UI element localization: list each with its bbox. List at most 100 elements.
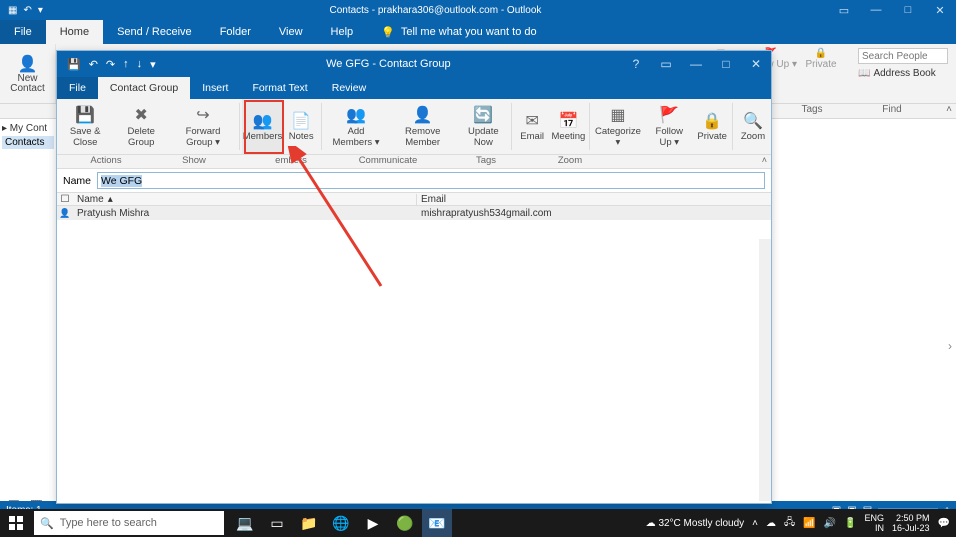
tray-notifications-icon[interactable]: 💬 xyxy=(938,518,950,529)
taskbar-search[interactable]: 🔍 Type here to search xyxy=(34,511,224,535)
sort-asc-icon: ▴ xyxy=(108,194,113,205)
inner-maximize-button[interactable]: □ xyxy=(711,51,741,77)
remove-member-button[interactable]: 👤Remove Member xyxy=(388,99,457,154)
tab-send-receive[interactable]: Send / Receive xyxy=(103,20,206,44)
collapse-ribbon-icon[interactable]: ˄ xyxy=(942,104,956,118)
search-icon: 🔍 xyxy=(40,517,54,530)
tags-group-label-inner: Tags xyxy=(427,155,545,168)
undo-icon[interactable]: ↶ xyxy=(89,58,98,71)
private-button-inner[interactable]: 🔒Private xyxy=(694,99,730,154)
zoom-group-label: Zoom xyxy=(545,155,595,168)
delete-group-button[interactable]: ✖Delete Group xyxy=(113,99,169,154)
taskbar-app-chrome[interactable]: 🟢 xyxy=(390,509,420,537)
tray-clock[interactable]: 2:50 PM16-Jul-23 xyxy=(892,513,930,533)
contacts-folder[interactable]: Contacts xyxy=(2,136,54,149)
inner-titlebar: 💾 ↶ ↷ ↑ ↓ ▾ We GFG - Contact Group ? ▭ —… xyxy=(57,51,771,77)
new-contact-button[interactable]: 👤 New Contact xyxy=(0,44,56,103)
tray-volume-icon[interactable]: 🔊 xyxy=(824,518,836,529)
checkbox-header[interactable]: ☐ xyxy=(57,194,73,205)
save-icon[interactable]: 💾 xyxy=(67,58,81,71)
forward-group-button[interactable]: ↪Forward Group ▾ xyxy=(169,99,237,154)
notes-icon: 📄 xyxy=(291,111,311,131)
save-close-button[interactable]: 💾Save & Close xyxy=(57,99,113,154)
email-column-header[interactable]: Email xyxy=(417,194,771,205)
inner-tab-contact-group[interactable]: Contact Group xyxy=(98,77,190,99)
folder-pane: ▸ My Cont Contacts xyxy=(0,119,56,537)
search-people-input[interactable] xyxy=(858,48,948,64)
update-icon: 🔄 xyxy=(473,106,493,126)
inner-minimize-button[interactable]: — xyxy=(681,51,711,77)
redo-icon[interactable]: ↷ xyxy=(106,58,115,71)
taskbar-app-media[interactable]: ▶ xyxy=(358,509,388,537)
tray-wifi-icon[interactable]: 📶 xyxy=(803,518,815,529)
start-button[interactable] xyxy=(0,509,32,537)
save-close-icon: 💾 xyxy=(75,106,95,126)
categorize-button-inner[interactable]: ▦Categorize ▾ xyxy=(591,99,644,154)
weather-widget[interactable]: ☁ 32°C Mostly cloudy xyxy=(646,518,744,529)
name-column-header[interactable]: Name ▴ xyxy=(73,194,417,205)
tray-network-icon[interactable]: 🖧 xyxy=(784,515,795,532)
private-button[interactable]: 🔒 Private xyxy=(801,48,841,70)
tab-folder[interactable]: Folder xyxy=(206,20,265,44)
close-button[interactable]: ✕ xyxy=(924,0,956,20)
tab-help[interactable]: Help xyxy=(317,20,368,44)
down-icon[interactable]: ↓ xyxy=(137,58,143,70)
ribbon-display-icon[interactable]: ▭ xyxy=(828,0,860,20)
zoom-button[interactable]: 🔍Zoom xyxy=(735,99,771,154)
follow-up-button-inner[interactable]: 🚩Follow Up ▾ xyxy=(644,99,694,154)
group-name-input[interactable]: We GFG xyxy=(97,172,765,189)
tray-onedrive-icon[interactable]: ☁ xyxy=(766,518,776,529)
group-name-value: We GFG xyxy=(101,175,142,187)
taskbar-app-outlook[interactable]: 📧 xyxy=(422,509,452,537)
tell-me-label: Tell me what you want to do xyxy=(401,26,537,38)
address-book-icon: 📖 xyxy=(858,68,870,79)
email-button[interactable]: ✉Email xyxy=(514,99,550,154)
expand-pane-icon[interactable]: › xyxy=(948,339,952,353)
inner-display-button[interactable]: ▭ xyxy=(651,51,681,77)
maximize-button[interactable]: □ xyxy=(892,0,924,20)
address-book-button[interactable]: 📖 Address Book xyxy=(858,68,948,79)
members-button[interactable]: 👥Members xyxy=(242,99,283,154)
meeting-button[interactable]: 📅Meeting xyxy=(550,99,586,154)
minimize-button[interactable]: — xyxy=(860,0,892,20)
notes-button[interactable]: 📄Notes xyxy=(283,99,319,154)
tell-me-search[interactable]: 💡 Tell me what you want to do xyxy=(367,20,536,44)
main-window-title: Contacts - prakhara306@outlook.com - Out… xyxy=(43,5,828,16)
forward-icon: ↪ xyxy=(196,106,209,126)
new-contact-icon: 👤 xyxy=(18,54,38,74)
inner-tab-file[interactable]: File xyxy=(57,77,98,99)
inner-close-button[interactable]: ✕ xyxy=(741,51,771,77)
contact-icon: 👤 xyxy=(57,208,73,219)
taskbar-app-cortana[interactable]: 💻 xyxy=(230,509,260,537)
inner-tab-format-text[interactable]: Format Text xyxy=(240,77,319,99)
address-book-label: Address Book xyxy=(873,68,935,79)
tab-home[interactable]: Home xyxy=(46,20,103,44)
vertical-scrollbar[interactable] xyxy=(759,239,771,501)
inner-tab-review[interactable]: Review xyxy=(320,77,378,99)
communicate-group-label: Communicate xyxy=(349,155,427,168)
collapse-ribbon-inner-icon[interactable]: ˄ xyxy=(762,155,767,165)
tab-file[interactable]: File xyxy=(0,20,46,44)
inner-tab-insert[interactable]: Insert xyxy=(190,77,240,99)
lock-icon: 🔒 xyxy=(815,48,827,59)
members-group-label: embers xyxy=(233,155,349,168)
members-icon: 👥 xyxy=(253,111,273,131)
private-label: Private xyxy=(805,59,836,70)
qat-undo-icon[interactable]: ↶ xyxy=(23,5,31,16)
tray-lang[interactable]: ENGIN xyxy=(865,513,885,533)
inner-help-button[interactable]: ? xyxy=(621,51,651,77)
my-contacts-folder[interactable]: ▸ My Cont xyxy=(2,123,54,134)
list-item[interactable]: 👤 Pratyush Mishra mishrapratyush534gmail… xyxy=(57,206,771,220)
taskbar-app-ie[interactable]: 🌐 xyxy=(326,509,356,537)
members-list-header: ☐ Name ▴ Email xyxy=(57,192,771,206)
tab-view[interactable]: View xyxy=(265,20,317,44)
update-now-button[interactable]: 🔄Update Now xyxy=(457,99,509,154)
taskbar: 🔍 Type here to search 💻 ▭ 📁 🌐 ▶ 🟢 📧 ☁ 32… xyxy=(0,509,956,537)
add-members-button[interactable]: 👥Add Members ▾ xyxy=(324,99,388,154)
tray-chevron-icon[interactable]: ˄ xyxy=(752,518,758,529)
taskbar-app-taskview[interactable]: ▭ xyxy=(262,509,292,537)
taskbar-app-explorer[interactable]: 📁 xyxy=(294,509,324,537)
up-icon[interactable]: ↑ xyxy=(123,58,129,70)
tray-battery-icon[interactable]: 🔋 xyxy=(844,518,856,529)
main-titlebar: ▦ ↶ ▾ Contacts - prakhara306@outlook.com… xyxy=(0,0,956,20)
